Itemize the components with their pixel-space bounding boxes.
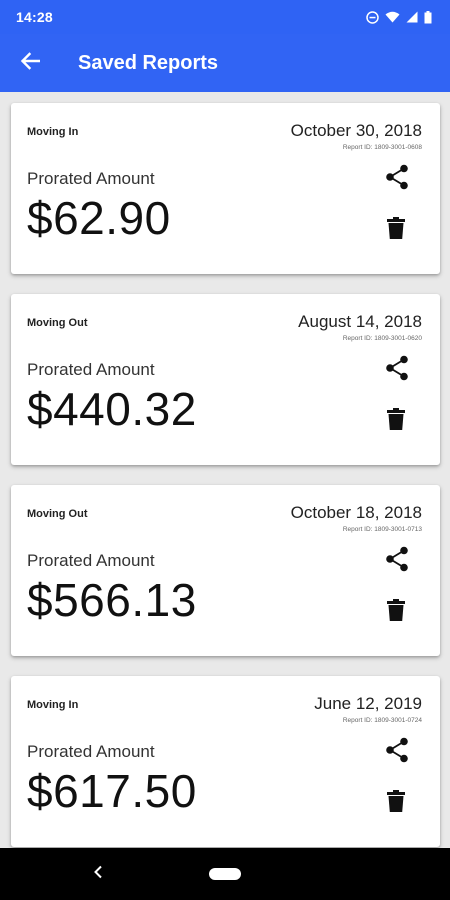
page-title: Saved Reports (78, 51, 219, 74)
report-card[interactable]: Moving In June 12, 2019 Report ID: 1809-… (11, 676, 440, 847)
delete-button[interactable] (384, 598, 408, 626)
back-button[interactable] (0, 34, 60, 92)
do-not-disturb-icon (366, 10, 379, 24)
trash-icon (387, 598, 405, 626)
share-button[interactable] (384, 355, 410, 386)
chevron-left-icon (93, 865, 103, 884)
report-date: August 14, 2018 (298, 312, 422, 331)
nav-back-button[interactable] (88, 864, 108, 884)
trash-icon (387, 789, 405, 817)
nav-home-button[interactable] (209, 868, 241, 880)
signal-icon (406, 11, 418, 23)
delete-button[interactable] (384, 789, 408, 817)
report-date: October 18, 2018 (290, 503, 422, 522)
trash-icon (387, 216, 405, 244)
prorated-amount-label: Prorated Amount (27, 360, 155, 379)
share-button[interactable] (384, 546, 410, 577)
prorated-amount-label: Prorated Amount (27, 169, 155, 188)
report-card[interactable]: Moving Out October 18, 2018 Report ID: 1… (11, 485, 440, 656)
report-type: Moving Out (27, 508, 88, 520)
status-icons (366, 10, 432, 24)
share-icon (385, 546, 409, 577)
prorated-amount-value: $566.13 (27, 574, 197, 626)
share-button[interactable] (384, 737, 410, 768)
report-card[interactable]: Moving In October 30, 2018 Report ID: 18… (11, 103, 440, 274)
delete-button[interactable] (384, 216, 408, 244)
report-id: Report ID: 1809-3001-0713 (342, 526, 422, 533)
prorated-amount-value: $440.32 (27, 383, 197, 435)
report-id: Report ID: 1809-3001-0724 (342, 717, 422, 724)
report-card[interactable]: Moving Out August 14, 2018 Report ID: 18… (11, 294, 440, 465)
report-type: Moving In (27, 699, 79, 711)
trash-icon (387, 407, 405, 435)
status-time: 14:28 (16, 9, 53, 25)
report-date: June 12, 2019 (314, 694, 422, 713)
system-nav-bar (0, 848, 450, 900)
app-bar: Saved Reports (0, 34, 450, 92)
status-bar: 14:28 (0, 0, 450, 34)
prorated-amount-label: Prorated Amount (27, 742, 155, 761)
share-button[interactable] (384, 164, 410, 195)
share-icon (385, 355, 409, 386)
prorated-amount-value: $62.90 (27, 192, 171, 244)
report-id: Report ID: 1809-3001-0620 (342, 335, 422, 342)
report-type: Moving Out (27, 317, 88, 329)
reports-list[interactable]: Moving In October 30, 2018 Report ID: 18… (0, 92, 450, 848)
delete-button[interactable] (384, 407, 408, 435)
share-icon (385, 164, 409, 195)
report-id: Report ID: 1809-3001-0608 (342, 144, 422, 151)
prorated-amount-value: $617.50 (27, 765, 197, 817)
report-type: Moving In (27, 126, 79, 138)
wifi-icon (385, 11, 400, 23)
prorated-amount-label: Prorated Amount (27, 551, 155, 570)
share-icon (385, 737, 409, 768)
report-date: October 30, 2018 (290, 121, 422, 140)
battery-icon (424, 10, 432, 24)
arrow-back-icon (20, 51, 41, 75)
